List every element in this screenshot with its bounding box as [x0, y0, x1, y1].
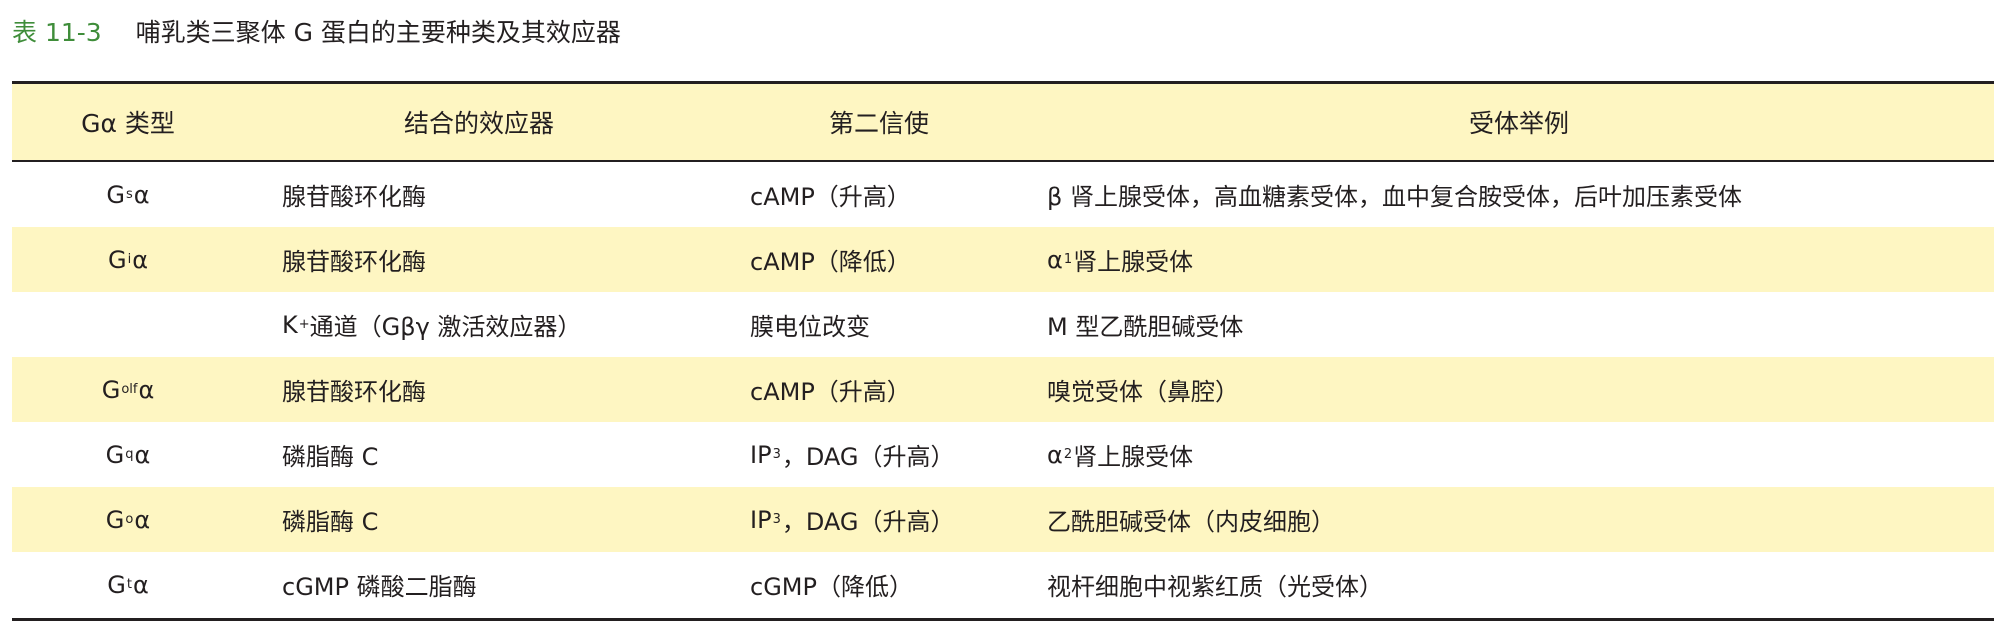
effector-cell: 腺苷酸环化酶 [282, 183, 426, 211]
receptor-cell: 乙酰胆碱受体（内皮细胞） [1047, 508, 1335, 536]
second-messenger-cell: cAMP（降低） [750, 248, 911, 276]
header-second-messenger: 第二信使 [828, 109, 929, 138]
receptor-cell: M 型乙酰胆碱受体 [1047, 313, 1244, 341]
receptor-cell: β 肾上腺受体，高血糖素受体，血中复合胺受体，后叶加压素受体 [1047, 183, 1742, 211]
effector-cell: 腺苷酸环化酶 [282, 378, 426, 406]
effector-cell: K + 通道（Gβγ 激活效应器） [282, 310, 582, 342]
receptor-cell: α1 肾上腺受体 [1047, 245, 1194, 277]
receptor-cell: 嗅觉受体（鼻腔） [1047, 378, 1239, 406]
table-title: 哺乳类三聚体 G 蛋白的主要种类及其效应器 [135, 18, 621, 47]
second-messenger-cell: IP 3 ，DAG（升高） [750, 505, 955, 537]
table-header: Gα 类型 结合的效应器 第二信使 受体举例 [12, 84, 1994, 160]
g-type-cell: Golf α [101, 375, 155, 404]
effector-cell: 腺苷酸环化酶 [282, 248, 426, 276]
g-type-cell [12, 292, 244, 357]
g-type-cell: Gsα [106, 180, 150, 209]
g-type-cell: Gtα [107, 570, 149, 599]
table-row: Gqα 磷脂酶 C IP 3 ，DAG（升高） α2 肾上腺受体 [12, 422, 1994, 487]
bottom-rule [12, 618, 1994, 621]
receptor-cell: 视杆细胞中视紫红质（光受体） [1047, 573, 1383, 601]
g-type-cell: Gqα [105, 440, 151, 469]
table-number: 表 11-3 [12, 18, 102, 47]
table-row: Giα 腺苷酸环化酶 cAMP（降低） α1 肾上腺受体 [12, 227, 1994, 292]
header-effector: 结合的效应器 [403, 109, 554, 138]
table-row: Gtα cGMP 磷酸二脂酶 cGMP（降低） 视杆细胞中视紫红质（光受体） [12, 552, 1994, 617]
effector-cell: 磷脂酶 C [282, 443, 379, 471]
second-messenger-cell: 膜电位改变 [750, 313, 870, 341]
second-messenger-cell: cAMP（升高） [750, 378, 911, 406]
second-messenger-cell: cGMP（降低） [750, 573, 913, 601]
effector-cell: cGMP 磷酸二脂酶 [282, 573, 477, 601]
table-row: K + 通道（Gβγ 激活效应器） 膜电位改变 M 型乙酰胆碱受体 [12, 292, 1994, 357]
g-type-cell: Giα [107, 245, 149, 274]
g-type-cell: Goα [105, 505, 151, 534]
header-g-type: Gα 类型 [81, 109, 175, 138]
table-caption: 表 11-3 哺乳类三聚体 G 蛋白的主要种类及其效应器 [12, 16, 621, 50]
second-messenger-cell: IP 3 ，DAG（升高） [750, 440, 955, 472]
receptor-cell: α2 肾上腺受体 [1047, 440, 1194, 472]
header-receptor-examples: 受体举例 [1468, 109, 1569, 138]
effector-cell: 磷脂酶 C [282, 508, 379, 536]
table-row: Golf α 腺苷酸环化酶 cAMP（升高） 嗅觉受体（鼻腔） [12, 357, 1994, 422]
second-messenger-cell: cAMP（升高） [750, 183, 911, 211]
table-row: Gsα 腺苷酸环化酶 cAMP（升高） β 肾上腺受体，高血糖素受体，血中复合胺… [12, 162, 1994, 227]
table-row: Goα 磷脂酶 C IP 3 ，DAG（升高） 乙酰胆碱受体（内皮细胞） [12, 487, 1994, 552]
